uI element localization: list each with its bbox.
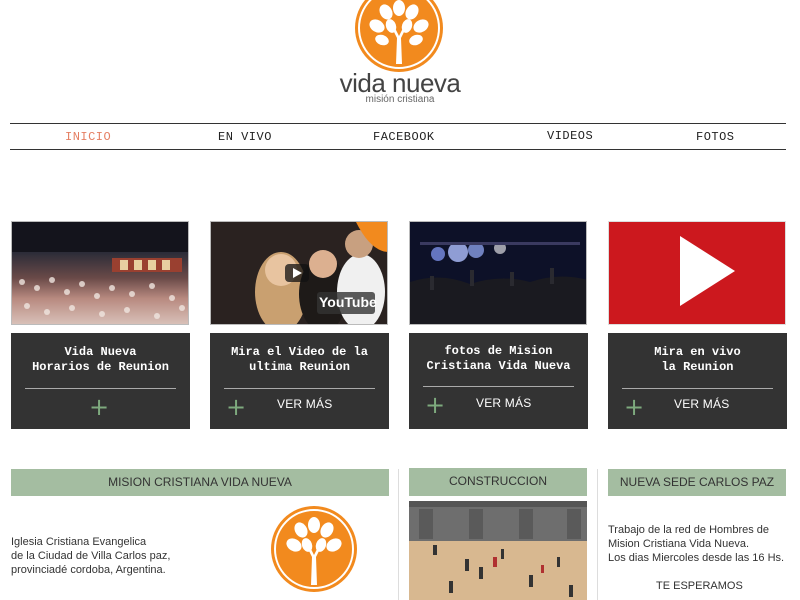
column-divider [398,469,399,600]
play-icon [609,222,785,324]
youtube-badge: YouTube [319,294,377,310]
card-divider [224,388,375,389]
mision-photos-image[interactable] [409,221,587,325]
main-nav: INICIO EN VIVO FACEBOOK VIDEOS FOTOS [10,123,786,150]
card-divider [25,388,176,389]
plus-icon[interactable]: + [624,393,644,421]
card-title: fotos de Mision Cristiana Vida Nueva [426,344,571,373]
ver-mas-link[interactable]: VER MÁS [277,397,332,411]
brand-subtitle: misión cristiana [365,94,435,105]
last-reunion-video-thumbnail[interactable]: YouTube [210,221,388,325]
sede-description: Trabajo de la red de Hombres de Mision C… [608,524,785,564]
section-construccion-heading: CONSTRUCCION [409,468,587,496]
card-horarios[interactable]: Vida Nueva Horarios de Reunion + [11,333,190,429]
card-title: Mira en vivo la Reunion [654,345,741,374]
nav-en-vivo[interactable]: EN VIVO [218,130,272,144]
card-fotos[interactable]: fotos de Mision Cristiana Vida Nueva + V… [409,333,588,429]
construccion-image[interactable] [409,501,587,600]
nav-fotos[interactable]: FOTOS [696,130,735,144]
card-divider [423,386,574,387]
vida-nueva-logo-small [271,506,357,592]
mision-description: Iglesia Cristiana Evangelica de la Ciuda… [11,536,171,576]
card-en-vivo[interactable]: Mira en vivo la Reunion + VER MÁS [608,333,787,429]
plus-icon[interactable]: + [226,393,246,421]
nav-videos[interactable]: VIDEOS [547,129,593,143]
vida-nueva-logo[interactable] [349,0,449,72]
card-divider [622,388,773,389]
reunion-crowd-image[interactable] [11,221,189,325]
sede-cta: TE ESPERAMOS [656,580,743,592]
live-youtube-thumbnail[interactable] [608,221,786,325]
ver-mas-link[interactable]: VER MÁS [674,397,729,411]
plus-icon[interactable]: + [89,393,109,421]
nav-inicio[interactable]: INICIO [65,130,111,144]
plus-icon[interactable]: + [425,391,445,419]
ver-mas-link[interactable]: VER MÁS [476,396,531,410]
section-mision-heading: MISION CRISTIANA VIDA NUEVA [11,469,389,496]
card-ultima-reunion[interactable]: Mira el Video de la ultima Reunion + VER… [210,333,389,429]
card-title: Mira el Video de la ultima Reunion [231,345,368,374]
column-divider [597,469,598,600]
nav-facebook[interactable]: FACEBOOK [373,130,435,144]
card-title: Vida Nueva Horarios de Reunion [32,345,169,374]
section-sede-heading: NUEVA SEDE CARLOS PAZ [608,469,786,496]
